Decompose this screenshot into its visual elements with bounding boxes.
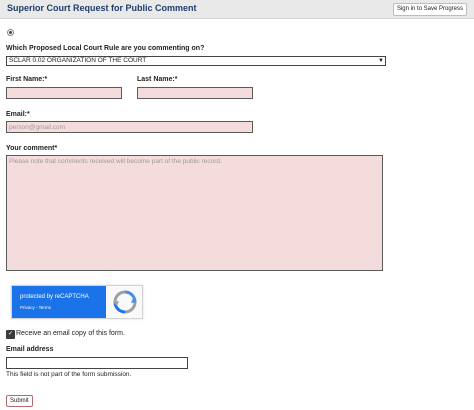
rule-select[interactable]: SCLAR 0.02 ORGANIZATION OF THE COURT ▼ <box>6 56 386 66</box>
last-name-field[interactable] <box>137 87 253 99</box>
radio-button[interactable] <box>7 29 14 36</box>
rule-select-value: SCLAR 0.02 ORGANIZATION OF THE COURT <box>9 57 147 64</box>
recaptcha-text: protected by reCAPTCHA <box>20 294 89 300</box>
recaptcha-widget[interactable]: protected by reCAPTCHA Privacy - Terms <box>11 285 143 319</box>
recaptcha-panel: protected by reCAPTCHA Privacy - Terms <box>12 286 106 318</box>
form-header: Superior Court Request for Public Commen… <box>0 0 474 19</box>
rule-question-label: Which Proposed Local Court Rule are you … <box>6 45 205 52</box>
email-field[interactable] <box>6 121 253 133</box>
comment-label: Your comment* <box>6 145 58 152</box>
email-address-label: Email address <box>6 346 54 353</box>
recaptcha-logo-icon <box>113 290 137 314</box>
recaptcha-links[interactable]: Privacy - Terms <box>20 305 51 310</box>
comment-textarea[interactable] <box>6 155 383 271</box>
email-label: Email:* <box>6 111 30 118</box>
first-name-label: First Name:* <box>6 76 48 83</box>
first-name-field[interactable] <box>6 87 122 99</box>
submit-button[interactable]: Submit <box>6 395 33 407</box>
page-title: Superior Court Request for Public Commen… <box>7 3 197 13</box>
sign-in-to-save-button[interactable]: Sign in to Save Progress <box>392 3 467 16</box>
last-name-label: Last Name:* <box>137 76 178 83</box>
chevron-down-icon: ▼ <box>378 58 384 64</box>
email-copy-label: Receive an email copy of this form. <box>16 330 125 337</box>
email-copy-checkbox[interactable]: ✓ <box>6 330 15 339</box>
email-address-field[interactable] <box>6 357 188 369</box>
email-address-note: This field is not part of the form submi… <box>6 371 132 378</box>
